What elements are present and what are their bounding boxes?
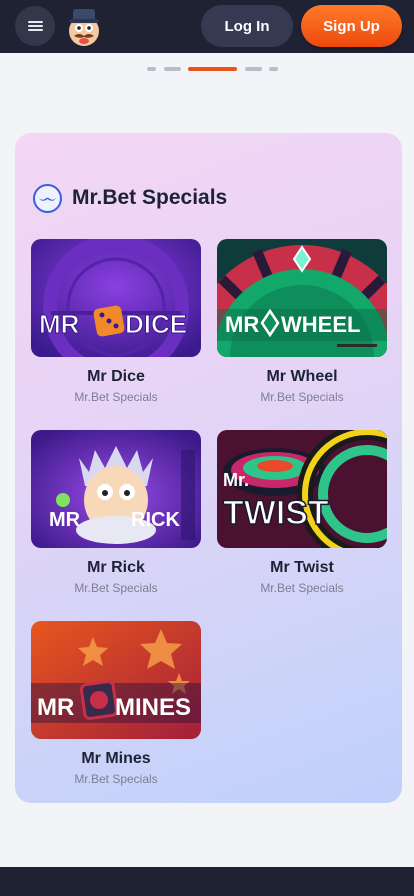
mr-dice-artwork: MR DICE bbox=[31, 239, 201, 357]
mr-mines-artwork: MR MINES bbox=[31, 621, 201, 739]
carousel-dot[interactable] bbox=[245, 67, 262, 71]
game-category: Mr.Bet Specials bbox=[74, 581, 158, 595]
game-title[interactable]: Mr Twist bbox=[217, 559, 387, 577]
carousel-dot-active[interactable] bbox=[188, 67, 237, 71]
game-category: Mr.Bet Specials bbox=[260, 390, 344, 404]
svg-text:RICK: RICK bbox=[131, 509, 180, 531]
game-tile-mr-dice[interactable]: MR DICE bbox=[31, 239, 201, 357]
game-category: Mr.Bet Specials bbox=[260, 581, 344, 595]
section-title: Mr.Bet Specials bbox=[72, 186, 228, 209]
carousel-dot[interactable] bbox=[269, 67, 278, 71]
mustache-icon bbox=[33, 184, 62, 213]
game-tile-mr-twist[interactable]: Mr. TWIST bbox=[217, 430, 387, 548]
hamburger-menu-icon bbox=[27, 19, 43, 33]
svg-text:MR: MR bbox=[49, 509, 81, 531]
login-button[interactable]: Log In bbox=[201, 5, 293, 47]
mr-wheel-artwork: MR WHEEL bbox=[217, 239, 387, 357]
mascot-logo-icon bbox=[69, 9, 99, 46]
carousel-pagination bbox=[0, 67, 414, 71]
mr-rick-artwork: MR RICK bbox=[31, 430, 201, 548]
svg-text:WHEEL: WHEEL bbox=[281, 312, 360, 337]
svg-text:MINES: MINES bbox=[115, 694, 191, 721]
signup-button[interactable]: Sign Up bbox=[301, 5, 402, 47]
top-navigation-bar: Log In Sign Up bbox=[0, 0, 414, 53]
game-category: Mr.Bet Specials bbox=[74, 772, 158, 786]
menu-button[interactable] bbox=[15, 6, 55, 46]
mr-twist-artwork: Mr. TWIST bbox=[217, 430, 387, 548]
svg-text:MR: MR bbox=[225, 312, 259, 337]
carousel-dot[interactable] bbox=[164, 67, 181, 71]
bottom-bar bbox=[0, 867, 414, 896]
game-category: Mr.Bet Specials bbox=[74, 390, 158, 404]
game-tile-mr-mines[interactable]: MR MINES bbox=[31, 621, 201, 739]
svg-text:Mr.: Mr. bbox=[223, 470, 249, 490]
game-title[interactable]: Mr Dice bbox=[31, 368, 201, 386]
svg-text:DICE: DICE bbox=[125, 309, 187, 339]
svg-text:TWIST: TWIST bbox=[223, 494, 329, 532]
svg-text:MR: MR bbox=[37, 694, 74, 721]
game-tile-mr-rick[interactable]: MR RICK bbox=[31, 430, 201, 548]
game-title[interactable]: Mr Mines bbox=[31, 750, 201, 768]
game-title[interactable]: Mr Wheel bbox=[217, 368, 387, 386]
game-tile-mr-wheel[interactable]: MR WHEEL bbox=[217, 239, 387, 357]
carousel-dot[interactable] bbox=[147, 67, 156, 71]
svg-text:MR: MR bbox=[39, 309, 80, 339]
mr-bet-logo[interactable] bbox=[66, 5, 102, 47]
game-title[interactable]: Mr Rick bbox=[31, 559, 201, 577]
